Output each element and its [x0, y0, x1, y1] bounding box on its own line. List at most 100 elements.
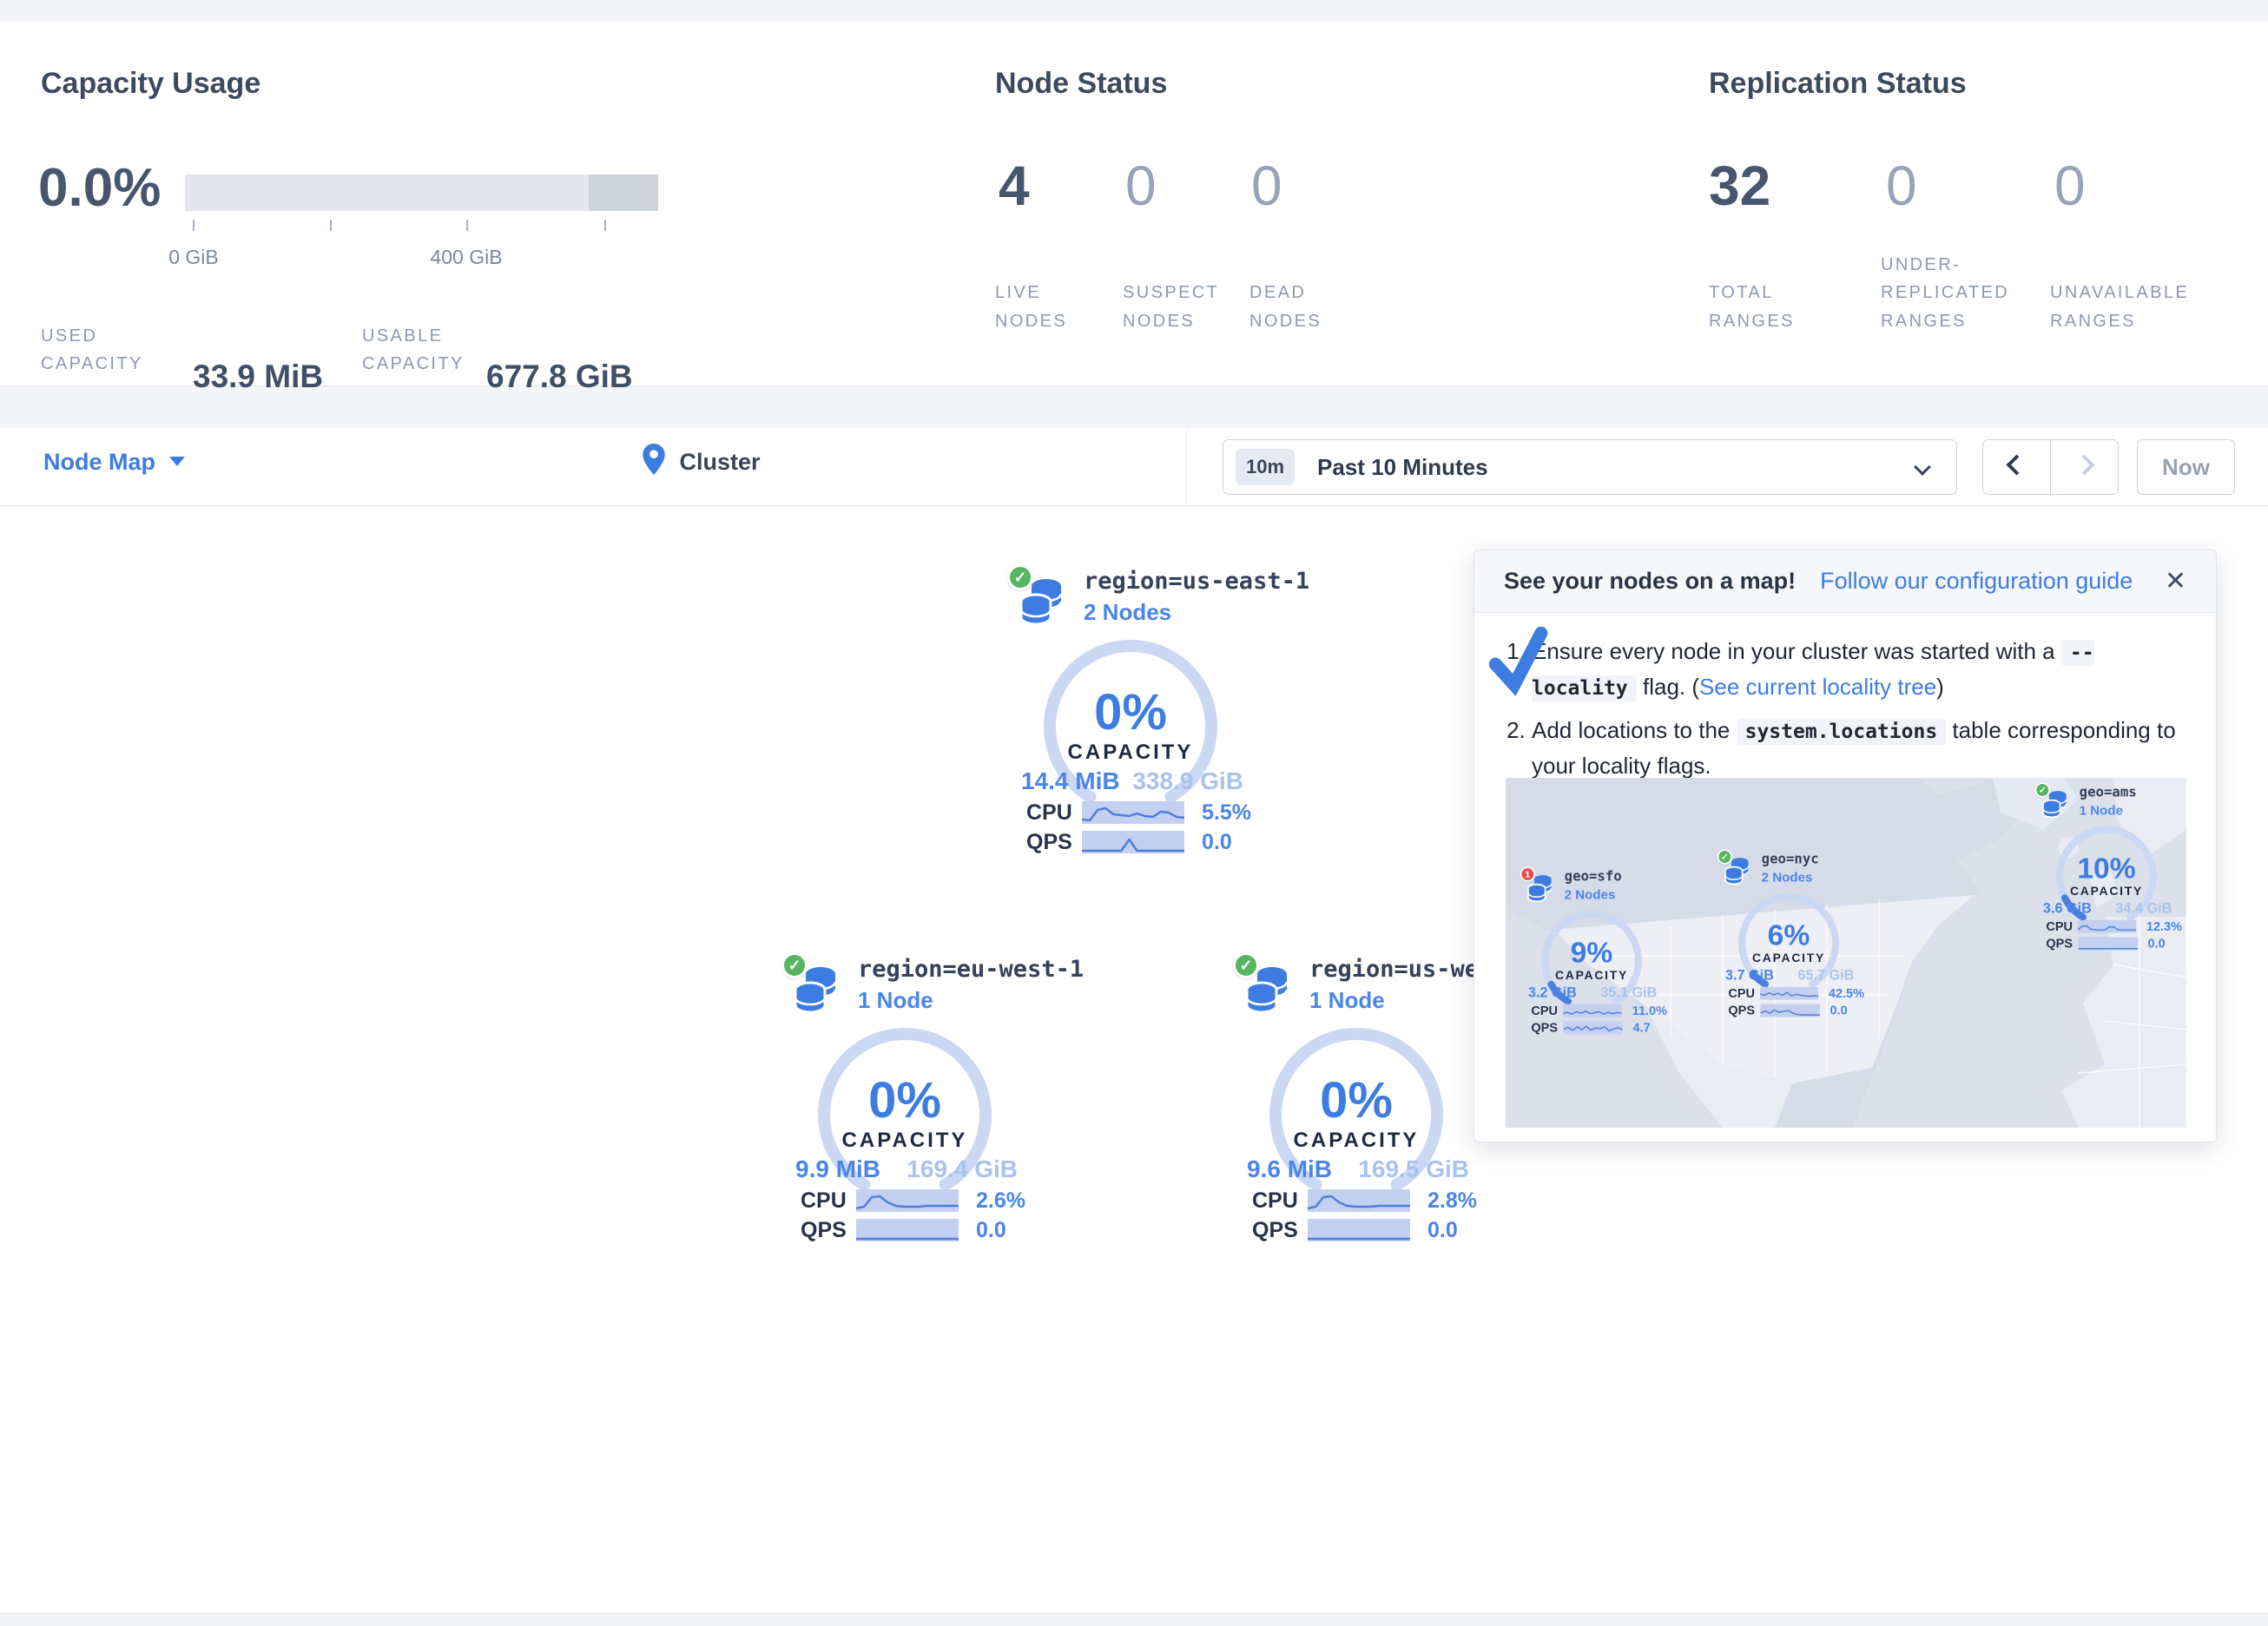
- step-text: Ensure every node in your cluster was st…: [1532, 638, 2061, 664]
- usable-capacity-value: 677.8 GiB: [486, 359, 633, 395]
- cpu-label: CPU: [1531, 1004, 1563, 1018]
- qps-sparkline: [856, 1219, 959, 1241]
- suspect-nodes-count: 0: [1125, 154, 1157, 218]
- locality-setup-popup: See your nodes on a map! Follow our conf…: [1474, 550, 2217, 1142]
- cpu-metric-row: CPU 12.3%: [2046, 919, 2182, 933]
- configuration-guide-link[interactable]: Follow our configuration guide: [1820, 568, 2133, 595]
- view-selector[interactable]: Node Map: [43, 449, 185, 476]
- total-ranges-label: TOTAL RANGES: [1709, 279, 1822, 335]
- cpu-value: 2.8%: [1427, 1188, 1477, 1214]
- cpu-value: 11.0%: [1632, 1004, 1667, 1018]
- gauge-percent: 0%: [868, 1072, 941, 1129]
- cpu-sparkline: [1082, 801, 1184, 824]
- used-value: 14.4 MiB: [1021, 767, 1120, 795]
- qps-label: QPS: [801, 1218, 856, 1243]
- capacity-values: 3.7 GiB 65.7 GiB: [1725, 967, 1854, 984]
- locality-label: region=eu-west-1: [858, 956, 1084, 983]
- nodes-count-link[interactable]: 1 Node: [2080, 803, 2123, 819]
- time-range-dropdown[interactable]: 10m Past 10 Minutes: [1223, 439, 1957, 495]
- cpu-label: CPU: [1728, 986, 1760, 1001]
- gauge-percent: 0%: [1320, 1072, 1393, 1129]
- under-replicated-label: UNDER-REPLICATED RANGES: [1881, 251, 2033, 335]
- time-range-badge: 10m: [1236, 449, 1295, 485]
- toolbar: Node Map Cluster 10m Past 10 Minutes Now: [0, 428, 2268, 506]
- axis-tick: [193, 220, 194, 231]
- cpu-label: CPU: [2046, 919, 2078, 934]
- unavailable-label: UNAVAILABLE RANGES: [2050, 279, 2224, 335]
- qps-value: 0.0: [1830, 1004, 1848, 1018]
- node-group-geo-nyc[interactable]: ✓ geo=nyc 2 Nodes 6% CAPACITY 3.7 GiB 65…: [1713, 847, 1864, 1021]
- gauge-capacity-label: CAPACITY: [1068, 741, 1194, 764]
- step-text: Add locations to the: [1532, 717, 1737, 743]
- qps-label: QPS: [2046, 937, 2078, 951]
- live-nodes-label: LIVE NODES: [995, 279, 1099, 335]
- cpu-value: 5.5%: [1202, 800, 1251, 826]
- cpu-sparkline: [2078, 920, 2136, 933]
- node-group-geo-sfo[interactable]: 1 geo=sfo 2 Nodes 9% CAPACITY 3.2 GiB 35…: [1516, 865, 1667, 1038]
- qps-label: QPS: [1728, 1004, 1760, 1018]
- cpu-sparkline: [1308, 1189, 1410, 1212]
- total-value: 34.4 GiB: [2115, 900, 2172, 917]
- used-value: 9.9 MiB: [795, 1155, 880, 1183]
- gauge-capacity-label: CAPACITY: [1752, 951, 1825, 964]
- time-prev-button[interactable]: [1983, 458, 2050, 477]
- axis-tick: [466, 220, 468, 231]
- blue-checkmark-icon: [1483, 623, 1558, 698]
- cpu-value: 12.3%: [2146, 919, 2182, 934]
- time-nav: [1982, 439, 2119, 495]
- qps-sparkline: [1761, 1004, 1820, 1017]
- nodes-count-link[interactable]: 1 Node: [1309, 987, 1385, 1014]
- popup-title: See your nodes on a map!: [1504, 568, 1796, 595]
- gauge-percent: 6%: [1768, 920, 1810, 952]
- capacity-bar-reserved: [589, 174, 658, 211]
- suspect-nodes-label: SUSPECT NODES: [1123, 279, 1227, 335]
- node-status-title: Node Status: [995, 67, 1167, 101]
- nodes-count-link[interactable]: 2 Nodes: [1762, 870, 1813, 885]
- now-button-label: Now: [2138, 454, 2234, 481]
- capacity-values: 14.4 MiB 338.9 GiB: [1021, 767, 1243, 795]
- capacity-bar: [185, 174, 589, 211]
- database-nodes-icon: [794, 966, 847, 1020]
- locality-label: geo=sfo: [1565, 869, 1622, 885]
- qps-label: QPS: [1531, 1021, 1563, 1036]
- used-value: 3.6 GiB: [2043, 900, 2092, 917]
- view-selector-label[interactable]: Node Map: [43, 449, 155, 475]
- nodes-count-link[interactable]: 2 Nodes: [1084, 599, 1171, 626]
- time-range-value: Past 10 Minutes: [1317, 454, 1488, 481]
- toolbar-divider: [1186, 428, 1187, 506]
- cpu-label: CPU: [1026, 800, 1082, 826]
- qps-sparkline: [2079, 937, 2138, 950]
- qps-metric-row: QPS 0.0: [1252, 1218, 1487, 1242]
- time-now-button[interactable]: Now: [2137, 439, 2235, 495]
- axis-tick: [604, 220, 606, 231]
- qps-value: 0.0: [2148, 937, 2166, 951]
- node-group-eu-west-1[interactable]: ✓ region=eu-west-1 1 Node 0% CAPACITY 9.…: [775, 949, 1035, 1248]
- chevron-right-icon: [2074, 454, 2094, 475]
- used-capacity-value: 33.9 MiB: [193, 359, 323, 395]
- capacity-percent: 0.0%: [38, 157, 161, 219]
- axis-tick-label: 0 GiB: [168, 246, 219, 269]
- time-next-button[interactable]: [2051, 458, 2118, 477]
- node-group-us-east-1[interactable]: ✓ region=us-east-1 2 Nodes 0% CAPACITY 1…: [1000, 561, 1261, 860]
- gauge-percent: 10%: [2077, 853, 2135, 885]
- used-capacity-label: USED CAPACITY: [41, 322, 180, 379]
- popup-steps-list: Ensure every node in your cluster was st…: [1474, 634, 2216, 783]
- database-nodes-icon: [2042, 791, 2074, 822]
- total-value: 338.9 GiB: [1132, 767, 1243, 795]
- capacity-values: 3.2 GiB 35.1 GiB: [1528, 984, 1657, 1001]
- qps-label: QPS: [1026, 830, 1082, 855]
- used-value: 3.7 GiB: [1725, 967, 1774, 984]
- cluster-summary-bar: Capacity Usage 0.0% 0 GiB 400 GiB USED C…: [0, 22, 2268, 386]
- locality-tree-link[interactable]: See current locality tree: [1699, 674, 1936, 700]
- breadcrumb-label: Cluster: [679, 449, 760, 475]
- chevron-left-icon: [2006, 454, 2027, 475]
- node-group-geo-ams[interactable]: ✓ geo=ams 1 Node 10% CAPACITY 3.6 GiB 34…: [2031, 780, 2182, 954]
- breadcrumb[interactable]: Cluster: [643, 444, 760, 476]
- close-icon[interactable]: ✕: [2165, 566, 2186, 596]
- locality-label: geo=ams: [2080, 785, 2137, 800]
- node-group-us-west-1[interactable]: ✓ region=us-west-1 1 Node 0% CAPACITY 9.…: [1226, 949, 1487, 1248]
- nodes-count-link[interactable]: 1 Node: [858, 987, 933, 1014]
- total-value: 65.7 GiB: [1797, 967, 1854, 984]
- gauge-capacity-label: CAPACITY: [2070, 884, 2143, 898]
- nodes-count-link[interactable]: 2 Nodes: [1565, 887, 1616, 903]
